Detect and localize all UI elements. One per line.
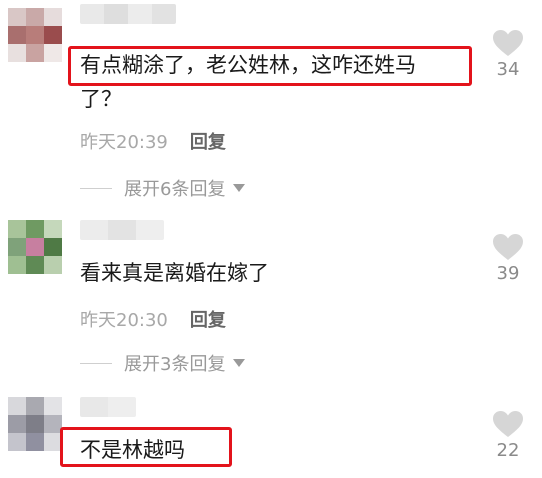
like-button[interactable]: 22	[488, 411, 528, 461]
like-count: 39	[496, 263, 520, 284]
highlight-box	[60, 427, 232, 467]
heart-icon	[493, 411, 523, 437]
comment-meta: 昨天20:39 回复	[80, 128, 226, 154]
expand-replies-label: 展开3条回复	[124, 354, 226, 375]
username-blurred[interactable]	[80, 220, 164, 240]
like-count: 34	[496, 59, 520, 80]
like-count: 22	[496, 440, 520, 461]
reply-button[interactable]: 回复	[190, 132, 226, 153]
like-button[interactable]: 34	[488, 30, 528, 80]
comment-meta: 昨天20:30 回复	[80, 306, 226, 332]
avatar[interactable]	[8, 397, 62, 451]
username-blurred[interactable]	[80, 4, 176, 24]
avatar[interactable]	[8, 220, 62, 274]
comment-text: 看来真是离婚在嫁了	[80, 256, 269, 290]
comment-time: 昨天20:30	[80, 310, 168, 331]
comment-text-line: 看来真是离婚在嫁了	[80, 261, 269, 285]
expand-replies[interactable]: 展开3条回复	[80, 350, 246, 376]
comment-item: 看来真是离婚在嫁了 昨天20:30 回复 展开3条回复 39	[0, 210, 542, 385]
comment-item: 有点糊涂了，老公姓林，这咋还姓马 了？ 昨天20:39 回复 展开6条回复 34	[0, 0, 542, 210]
expand-replies-label: 展开6条回复	[124, 179, 226, 200]
highlight-box	[68, 46, 472, 86]
comment-time: 昨天20:39	[80, 132, 168, 153]
divider	[80, 362, 112, 364]
username-blurred[interactable]	[80, 397, 136, 417]
like-button[interactable]: 39	[488, 234, 528, 284]
heart-icon	[493, 234, 523, 260]
avatar[interactable]	[8, 8, 62, 62]
triangle-down-icon	[233, 359, 246, 367]
reply-button[interactable]: 回复	[190, 310, 226, 331]
comment-text-line: 了？	[80, 87, 122, 111]
triangle-down-icon	[233, 184, 246, 192]
divider	[80, 187, 112, 189]
expand-replies[interactable]: 展开6条回复	[80, 175, 246, 201]
comment-item: 不是林越吗 22	[0, 385, 542, 478]
heart-icon	[493, 30, 523, 56]
